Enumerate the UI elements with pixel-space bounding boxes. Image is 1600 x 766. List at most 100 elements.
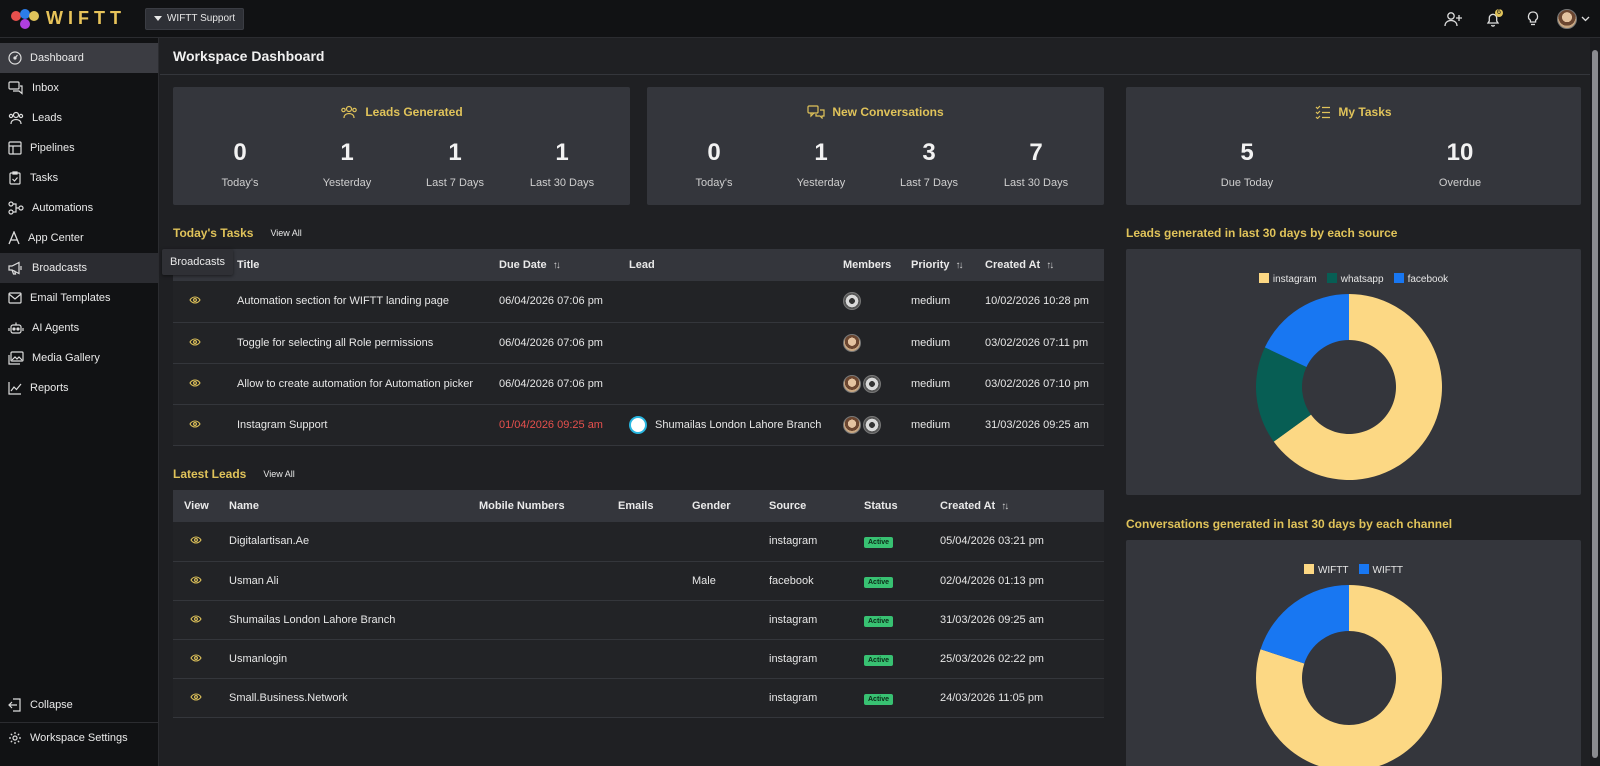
card-title: Leads Generated [365,105,463,119]
lead-gender: Male [692,561,769,601]
lead-mobile [479,561,618,601]
view-task-button[interactable] [189,296,201,304]
user-menu[interactable] [1557,9,1590,29]
view-task-button[interactable] [189,419,201,428]
table-row: Digitalartisan.Ae instagram Active 05/04… [173,522,1104,562]
sidebar-item-tasks[interactable]: Tasks [0,163,158,193]
tips-button[interactable] [1513,0,1553,38]
task-title[interactable]: Automation section for WIFTT landing pag… [237,281,499,323]
workspace-settings-button[interactable]: Workspace Settings [0,722,159,752]
sidebar-item-reports[interactable]: Reports [0,373,158,403]
megaphone-icon [8,261,22,275]
task-title[interactable]: Toggle for selecting all Role permission… [237,322,499,364]
stat-todays: 0 Today's [695,139,733,189]
stat-last-7-days: 1 Last 7 Days [425,139,485,189]
sidebar-item-dashboard[interactable]: Dashboard [0,43,158,73]
chart-title: Leads generated in last 30 days by each … [1126,226,1398,240]
chart-line-icon [8,382,22,395]
task-priority: medium [911,404,985,446]
lead-source: instagram [769,678,864,718]
sidebar-item-label: Tasks [30,172,59,184]
sidebar-item-media-gallery[interactable]: Media Gallery [0,343,158,373]
lead-mobile [479,522,618,562]
page-scrollbar[interactable] [1590,38,1600,766]
sidebar-item-leads[interactable]: Leads [0,103,158,133]
lead-gender [692,522,769,562]
lead-source: facebook [769,561,864,601]
avatar [1557,9,1577,29]
task-lead[interactable]: Shumailas London Lahore Branch [629,404,843,446]
stat-last-30-days: 7 Last 30 Days [1003,139,1069,189]
sidebar-item-label: Dashboard [30,52,84,64]
collapse-button[interactable]: Collapse [0,690,159,720]
conversations-by-channel-heading: Conversations generated in last 30 days … [1126,517,1452,531]
section-title: Today's Tasks [173,226,254,240]
view-lead-button[interactable] [190,692,202,701]
gallery-icon [8,351,24,365]
sidebar-item-email-templates[interactable]: Email Templates [0,283,158,313]
sidebar-item-label: Automations [32,202,94,214]
sidebar-item-broadcasts[interactable]: Broadcasts [0,253,158,283]
stat-due-today: 5 Due Today [1220,139,1274,189]
sidebar-item-inbox[interactable]: Inbox [0,73,158,103]
eye-icon [189,378,201,387]
col-created-at[interactable]: Created At ↑↓ [985,249,1104,281]
workspace-name: WIFTT Support [166,13,236,24]
scrollbar-thumb[interactable] [1592,50,1598,758]
sidebar-tooltip: Broadcasts [162,249,234,275]
checklist-icon [1315,105,1331,119]
lead-name[interactable]: Usman Ali [229,561,479,601]
sidebar-item-ai-agents[interactable]: AI Agents [0,313,158,343]
sidebar: Dashboard Inbox Leads Pipelines Tasks Au… [0,38,159,766]
sidebar-item-label: Media Gallery [32,352,100,364]
table-row: Instagram Support 01/04/2026 09:25 am Sh… [173,404,1104,446]
add-user-button[interactable] [1433,0,1473,38]
sidebar-item-automations[interactable]: Automations [0,193,158,223]
latest-leads-heading: Latest Leads View All [173,467,295,481]
view-lead-button[interactable] [190,614,202,623]
automation-icon [8,201,24,215]
view-lead-button[interactable] [190,653,202,662]
leads-generated-card: Leads Generated 0 Today's 1 Yesterday 1 Las… [173,87,630,205]
task-created-at: 03/02/2026 07:10 pm [985,363,1104,405]
lead-source: instagram [769,600,864,640]
notifications-button[interactable]: 6 [1473,0,1513,38]
view-task-button[interactable] [189,337,201,346]
view-lead-button[interactable] [190,575,202,584]
col-created-at[interactable]: Created At ↑↓ [940,490,1104,522]
sidebar-item-pipelines[interactable]: Pipelines [0,133,158,163]
lead-name[interactable]: Digitalartisan.Ae [229,522,479,562]
sidebar-item-label: AI Agents [32,322,80,334]
col-due-date[interactable]: Due Date ↑↓ [499,249,629,281]
view-all-tasks-link[interactable]: View All [270,228,301,238]
view-lead-button[interactable] [190,536,202,544]
view-task-button[interactable] [189,378,201,387]
lead-name[interactable]: Usmanlogin [229,639,479,679]
task-due-date: 06/04/2026 07:06 pm [499,363,629,405]
col-priority[interactable]: Priority ↑↓ [911,249,985,281]
pipeline-icon [8,141,22,155]
todays-tasks-heading: Today's Tasks View All [173,226,302,240]
task-title[interactable]: Allow to create automation for Automatio… [237,363,499,405]
table-row: Shumailas London Lahore Branch instagram… [173,600,1104,640]
table-row: Automation section for WIFTT landing pag… [173,281,1104,323]
leads-by-source-heading: Leads generated in last 30 days by each … [1126,226,1397,240]
lead-gender [692,600,769,640]
workspace-switcher[interactable]: WIFTT Support [144,7,245,30]
view-all-leads-link[interactable]: View All [263,469,294,479]
lead-name[interactable]: Shumailas London Lahore Branch [229,600,479,640]
donut-slice-wiftt[interactable] [1260,585,1349,664]
logo[interactable]: WIFTT [10,8,126,30]
eye-icon [189,337,201,346]
status-badge: Active [864,654,894,666]
lead-name[interactable]: Small.Business.Network [229,678,479,718]
col-mobile-numbers: Mobile Numbers [479,490,618,522]
sidebar-item-app-center[interactable]: App Center [0,223,158,253]
sidebar-item-label: App Center [28,232,84,244]
eye-icon [190,614,202,623]
chat-icon [807,105,825,119]
inbox-icon [8,81,23,95]
status-badge: Active [864,537,894,549]
sort-icon: ↑↓ [1001,501,1009,512]
task-title[interactable]: Instagram Support [237,404,499,446]
